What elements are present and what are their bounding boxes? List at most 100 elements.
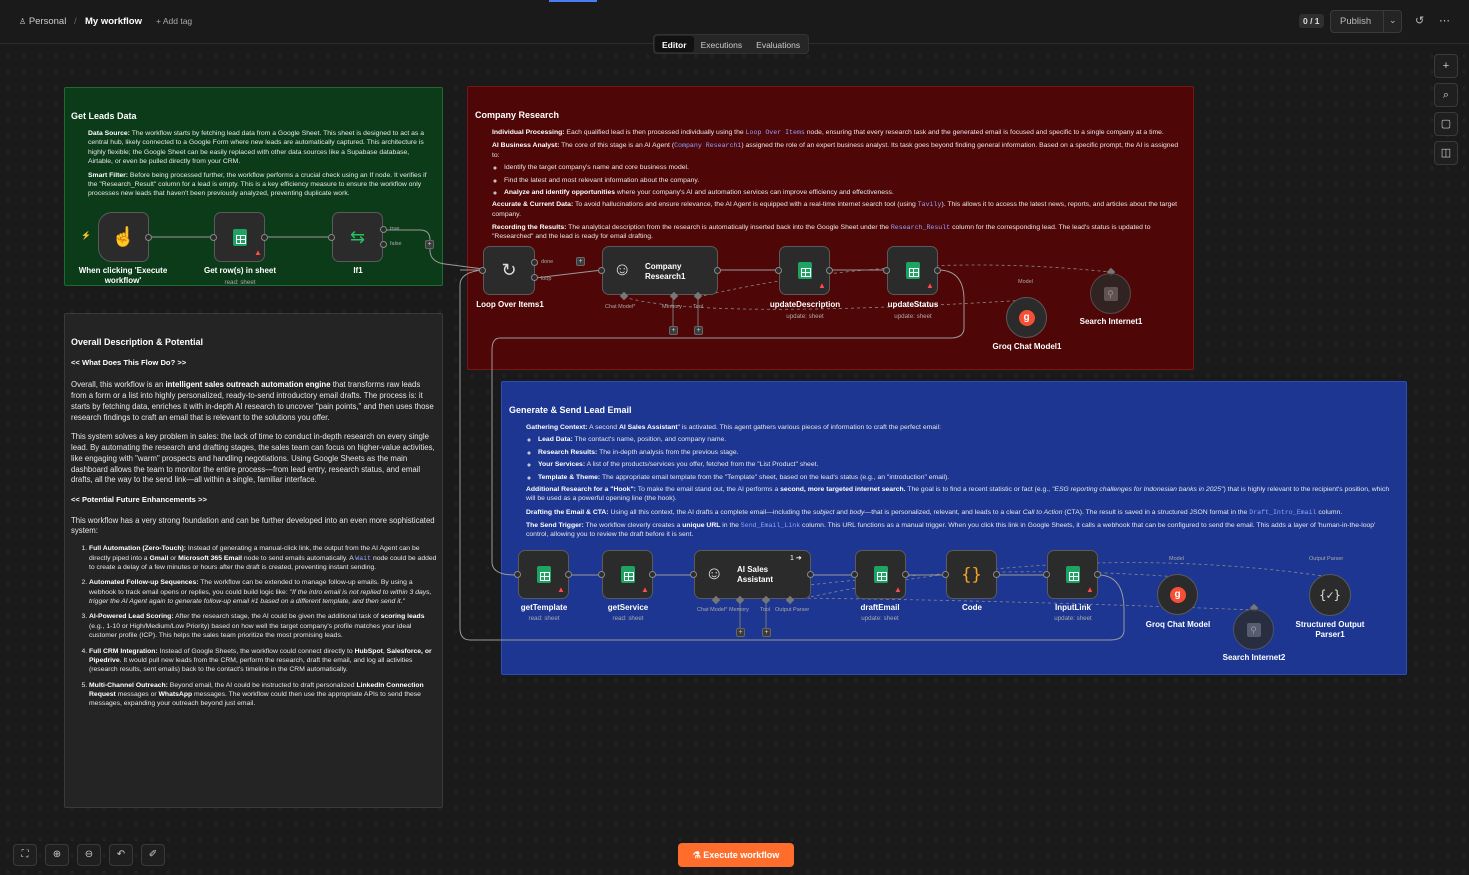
node-subtitle: update: sheet: [786, 313, 824, 320]
port-label: Model: [1018, 279, 1033, 285]
node-label: Search Internet2: [1222, 653, 1286, 662]
zoom-in-icon[interactable]: ⊕: [45, 844, 69, 866]
port-label: Chat Model*: [605, 304, 636, 310]
node-label: draftEmail: [860, 603, 900, 612]
node-draft-email[interactable]: ▲: [855, 550, 906, 599]
node-loop-over-items[interactable]: ↻: [483, 246, 535, 295]
add-tool-button[interactable]: +: [694, 326, 703, 335]
node-subtitle: update: sheet: [861, 615, 899, 622]
output-port[interactable]: [1094, 571, 1101, 578]
zoom-out-icon[interactable]: ⊖: [77, 844, 101, 866]
input-port[interactable]: [328, 234, 335, 241]
google-sheets-icon: [232, 228, 247, 246]
groq-icon: g: [1018, 309, 1035, 326]
output-port[interactable]: [826, 267, 833, 274]
warning-icon: ▲: [254, 248, 262, 257]
node-if[interactable]: ⇆: [332, 212, 383, 262]
port-label: false: [390, 241, 402, 247]
arrow-right-icon: ➔: [795, 555, 802, 562]
node-label: When clicking 'Execute workflow': [78, 266, 168, 286]
node-label: Get row(s) in sheet: [203, 266, 277, 275]
input-port[interactable]: [1043, 571, 1050, 578]
port-label: Tool: [760, 607, 771, 613]
input-port[interactable]: [479, 267, 486, 274]
output-port[interactable]: [565, 571, 572, 578]
add-tool-button[interactable]: +: [762, 628, 771, 637]
output-port[interactable]: [261, 234, 268, 241]
node-update-status[interactable]: ▲: [887, 246, 938, 295]
node-label: updateStatus: [887, 300, 939, 309]
output-port[interactable]: [993, 571, 1000, 578]
warning-icon: ▲: [818, 281, 826, 290]
output-port[interactable]: [145, 234, 152, 241]
output-port[interactable]: [902, 571, 909, 578]
undo-icon[interactable]: ↶: [109, 844, 133, 866]
robot-icon: ☺: [705, 563, 724, 583]
port-label: Tool: [693, 304, 704, 310]
add-memory-button[interactable]: +: [736, 628, 745, 637]
fit-view-icon[interactable]: ⛶: [13, 844, 37, 866]
node-label: If1: [353, 266, 363, 275]
output-port[interactable]: [934, 267, 941, 274]
output-port[interactable]: [649, 571, 656, 578]
google-sheets-icon: [905, 262, 920, 279]
node-structured-output-parser[interactable]: {✓}: [1309, 574, 1351, 616]
node-label: Code: [962, 603, 982, 612]
search-tool-icon: ⚲: [1246, 622, 1261, 637]
node-groq-chat-model[interactable]: g: [1157, 574, 1198, 615]
node-get-service[interactable]: ▲: [602, 550, 653, 599]
robot-icon: ☺: [613, 259, 632, 279]
cursor-click-icon: ☝: [111, 227, 136, 248]
node-label: Loop Over Items1: [476, 300, 544, 309]
node-ai-sales-assistant[interactable]: ☺ AI Sales Assistant 1 ➔: [694, 550, 811, 599]
output-port[interactable]: [807, 571, 814, 578]
warning-icon: ▲: [1086, 585, 1094, 594]
port-label: true: [390, 226, 400, 232]
input-port[interactable]: [690, 571, 697, 578]
output-port-done[interactable]: [531, 259, 538, 266]
input-port[interactable]: [514, 571, 521, 578]
input-port[interactable]: [883, 267, 890, 274]
execute-workflow-button[interactable]: ⚗ Execute workflow: [678, 843, 794, 867]
port-label: loop: [541, 276, 552, 282]
node-subtitle: update: sheet: [894, 313, 932, 320]
node-groq-chat-model1[interactable]: g: [1006, 297, 1047, 338]
node-label: getService: [607, 603, 649, 612]
node-get-template[interactable]: ▲: [518, 550, 569, 599]
node-input-link[interactable]: ▲: [1047, 550, 1098, 599]
tidy-up-icon[interactable]: ✐: [141, 844, 165, 866]
port-label: Output Parser: [1309, 556, 1344, 562]
input-port[interactable]: [598, 267, 605, 274]
node-search-internet2[interactable]: ⚲: [1233, 609, 1274, 650]
node-label: getTemplate: [520, 603, 568, 612]
port-label: done: [541, 259, 554, 265]
output-port-loop[interactable]: [531, 274, 538, 281]
warning-icon: ▲: [557, 585, 565, 594]
output-port-false[interactable]: [380, 241, 387, 248]
port-label: Memory: [662, 304, 682, 310]
flask-icon: ⚗: [692, 850, 701, 860]
output-port[interactable]: [714, 267, 721, 274]
code-braces-icon: {}: [961, 564, 982, 585]
node-update-description[interactable]: ▲: [779, 246, 830, 295]
add-connection-button[interactable]: +: [425, 240, 434, 249]
node-label: InputLink: [1055, 603, 1091, 612]
input-port[interactable]: [851, 571, 858, 578]
node-code[interactable]: {}: [946, 550, 997, 599]
node-get-rows[interactable]: ▲: [214, 212, 265, 262]
node-company-research-agent[interactable]: ☺ Company Research1: [602, 246, 718, 295]
node-subtitle: read: sheet: [528, 615, 560, 622]
input-port[interactable]: [210, 234, 217, 241]
node-search-internet1[interactable]: ⚲: [1090, 273, 1131, 314]
input-port[interactable]: [775, 267, 782, 274]
output-port-true[interactable]: [380, 226, 387, 233]
port-label: Output Parser: [775, 607, 810, 613]
google-sheets-icon: [1065, 566, 1080, 583]
search-tool-icon: ⚲: [1103, 286, 1118, 301]
add-memory-button[interactable]: +: [669, 326, 678, 335]
input-port[interactable]: [942, 571, 949, 578]
loop-icon: ↻: [501, 260, 517, 280]
input-port[interactable]: [598, 571, 605, 578]
add-connection-button[interactable]: +: [576, 257, 585, 266]
node-manual-trigger[interactable]: ☝: [98, 212, 149, 262]
